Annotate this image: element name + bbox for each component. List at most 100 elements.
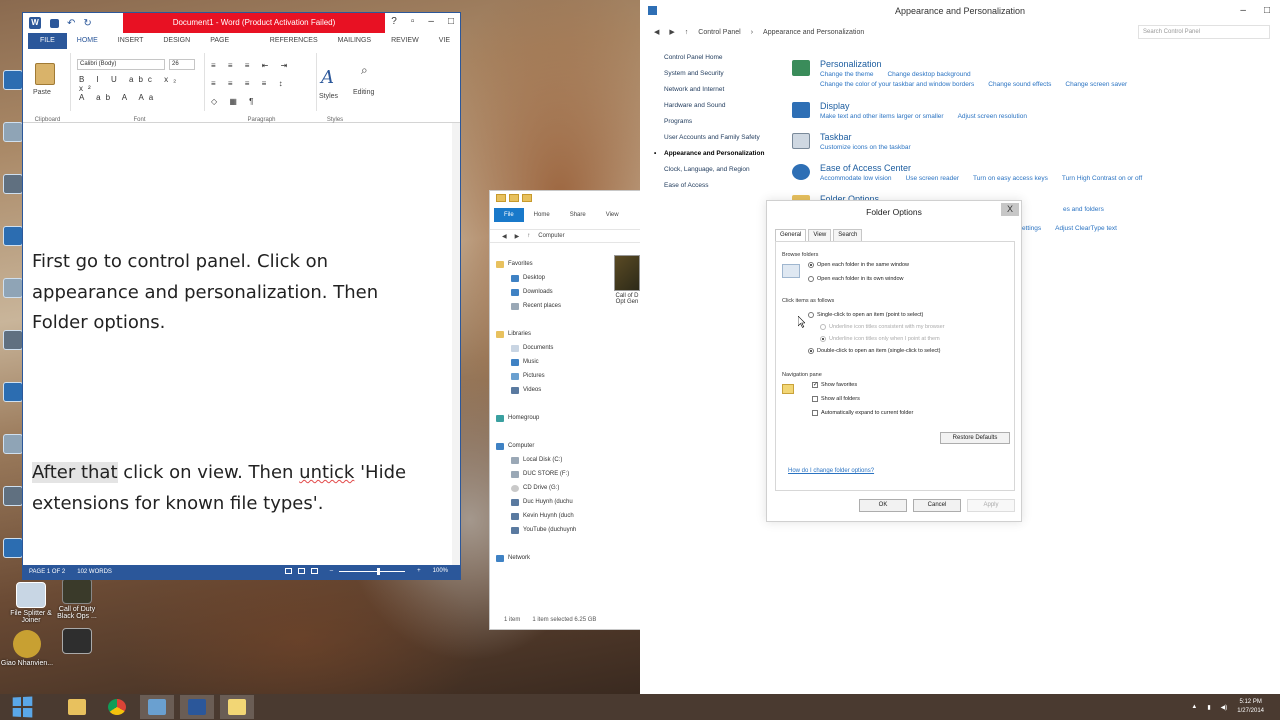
apply-button[interactable]: Apply xyxy=(967,499,1015,512)
page-count[interactable]: PAGE 1 OF 2 xyxy=(29,569,65,575)
desktop-shortcut-call-of-duty[interactable]: Call of Duty Black Ops ... xyxy=(50,578,104,620)
desktop-app-icon[interactable] xyxy=(3,330,23,350)
link-access-keys[interactable]: Turn on easy access keys xyxy=(973,174,1048,184)
nav-desktop[interactable]: Desktop xyxy=(496,271,608,285)
font-size-select[interactable]: 26 xyxy=(169,59,195,70)
category-title[interactable]: Display xyxy=(820,100,1270,112)
help-link[interactable]: How do I change folder options? xyxy=(788,468,874,474)
font-color-buttons[interactable]: A ab A Aa xyxy=(79,93,158,102)
taskbar-explorer[interactable] xyxy=(60,695,94,719)
print-layout-icon[interactable] xyxy=(297,568,305,574)
nav-network[interactable]: Network xyxy=(496,551,608,565)
desktop-shortcut-app[interactable] xyxy=(50,628,104,656)
radio-own-window[interactable]: Open each folder in its own window xyxy=(808,276,904,282)
desktop-app-icon[interactable] xyxy=(3,434,23,454)
close-button[interactable]: X xyxy=(1001,203,1019,216)
paste-button[interactable]: Paste xyxy=(33,89,51,96)
link-desktop-background[interactable]: Change desktop background xyxy=(887,70,970,80)
radio-underline-browser[interactable]: Underline icon titles consistent with my… xyxy=(820,324,945,330)
styles-icon[interactable]: A xyxy=(321,67,343,89)
forward-icon[interactable]: ▶ xyxy=(669,28,674,36)
radio-double-click[interactable]: Double-click to open an item (single-cli… xyxy=(808,348,941,354)
tab-view[interactable]: View xyxy=(596,208,629,222)
volume-icon[interactable]: ◀) xyxy=(1221,704,1228,711)
back-icon[interactable]: ◀ xyxy=(502,233,507,240)
zoom-out-icon[interactable]: – xyxy=(330,568,333,574)
tab-home[interactable]: HOME xyxy=(67,33,108,49)
taskbar-explorer-window[interactable] xyxy=(220,695,254,719)
link-taskbar-color[interactable]: Change the color of your taskbar and win… xyxy=(820,80,974,90)
cancel-button[interactable]: Cancel xyxy=(913,499,961,512)
nav-kevin-huynh[interactable]: Kevin Huynh (duch xyxy=(496,509,608,523)
category-title[interactable]: Taskbar xyxy=(820,131,1270,143)
font-name-select[interactable]: Calibri (Body) xyxy=(77,59,165,70)
vertical-scrollbar[interactable] xyxy=(452,123,460,565)
category-title[interactable]: Personalization xyxy=(820,58,1270,70)
link-screen-saver[interactable]: Change screen saver xyxy=(1065,80,1127,90)
link-cleartype[interactable]: Adjust ClearType text xyxy=(1055,224,1117,234)
desktop-app-icon[interactable] xyxy=(3,122,23,142)
tab-design[interactable]: DESIGN xyxy=(153,33,200,49)
nav-music[interactable]: Music xyxy=(496,355,608,369)
nav-videos[interactable]: Videos xyxy=(496,383,608,397)
word-count[interactable]: 102 WORDS xyxy=(77,569,112,575)
taskbar-control-panel[interactable] xyxy=(140,695,174,719)
checkbox-show-all-folders[interactable]: Show all folders xyxy=(812,396,860,402)
minimize-icon[interactable]: – xyxy=(428,16,434,27)
tab-file[interactable]: File xyxy=(494,208,524,222)
desktop-app-icon[interactable] xyxy=(3,278,23,298)
start-button[interactable] xyxy=(12,696,33,718)
maximize-icon[interactable]: □ xyxy=(448,16,454,27)
undo-icon[interactable]: ↶ xyxy=(67,18,75,29)
link-high-contrast[interactable]: Turn High Contrast on or off xyxy=(1062,174,1142,184)
zoom-slider[interactable] xyxy=(339,567,406,575)
desktop-app-icon[interactable] xyxy=(3,226,23,246)
web-layout-icon[interactable] xyxy=(310,568,318,574)
explorer-address-bar[interactable]: ◀ ▶ ↑ Computer xyxy=(490,229,640,243)
new-folder-icon[interactable] xyxy=(522,194,532,202)
list-buttons[interactable]: ≡ ≡ ≡ ⇤ ⇥ xyxy=(211,61,292,70)
nav-favorites[interactable]: Favorites xyxy=(496,257,608,271)
document-page[interactable]: First go to control panel. Click on appe… xyxy=(23,123,453,565)
desktop-app-icon[interactable] xyxy=(3,174,23,194)
nav-downloads[interactable]: Downloads xyxy=(496,285,608,299)
nav-cd-drive[interactable]: CD Drive (G:) xyxy=(496,481,608,495)
nav-libraries[interactable]: Libraries xyxy=(496,327,608,341)
link-font-settings[interactable]: ettings xyxy=(1022,224,1041,234)
tab-references[interactable]: REFERENCES xyxy=(260,33,328,49)
zoom-level[interactable]: 100% xyxy=(433,568,448,574)
zoom-in-icon[interactable]: + xyxy=(417,568,421,574)
tab-general[interactable]: General xyxy=(775,229,807,241)
address-computer[interactable]: Computer xyxy=(538,233,564,239)
clock[interactable]: 5:12 PM 1/27/2014 xyxy=(1237,698,1264,716)
tab-home[interactable]: Home xyxy=(524,208,560,222)
link-text-size[interactable]: Make text and other items larger or smal… xyxy=(820,112,944,122)
restore-defaults-button[interactable]: Restore Defaults xyxy=(940,432,1010,444)
nav-documents[interactable]: Documents xyxy=(496,341,608,355)
tab-insert[interactable]: INSERT xyxy=(108,33,154,49)
taskbar-chrome[interactable] xyxy=(100,695,134,719)
desktop-app-icon[interactable] xyxy=(3,538,23,558)
tab-view[interactable]: VIE xyxy=(429,33,460,49)
word-app-icon[interactable]: W xyxy=(29,17,41,29)
desktop-shortcut-giao[interactable]: Giao Nhanvien... xyxy=(0,630,54,667)
up-icon[interactable]: ↑ xyxy=(685,29,689,36)
minimize-icon[interactable]: – xyxy=(1240,0,1246,22)
link-low-vision[interactable]: Accommodate low vision xyxy=(820,174,892,184)
tab-share[interactable]: Share xyxy=(560,208,596,222)
nav-local-disk[interactable]: Local Disk (C:) xyxy=(496,453,608,467)
maximize-icon[interactable]: □ xyxy=(1264,0,1270,22)
breadcrumb-appearance[interactable]: Appearance and Personalization xyxy=(763,29,864,36)
tab-file[interactable]: FILE xyxy=(28,33,67,49)
nav-homegroup[interactable]: Homegroup xyxy=(496,411,608,425)
link-users[interactable]: User Accounts and Family Safety xyxy=(664,134,774,142)
link-ease[interactable]: Ease of Access xyxy=(664,182,774,190)
search-input[interactable]: Search Control Panel xyxy=(1138,25,1270,39)
link-sound-effects[interactable]: Change sound effects xyxy=(988,80,1051,90)
nav-recent[interactable]: Recent places xyxy=(496,299,608,313)
network-icon[interactable]: ▮ xyxy=(1207,704,1210,711)
binoculars-icon[interactable]: ⌕ xyxy=(361,63,368,78)
paste-icon[interactable] xyxy=(35,63,55,85)
link-change-theme[interactable]: Change the theme xyxy=(820,70,873,80)
save-icon[interactable] xyxy=(50,18,59,28)
